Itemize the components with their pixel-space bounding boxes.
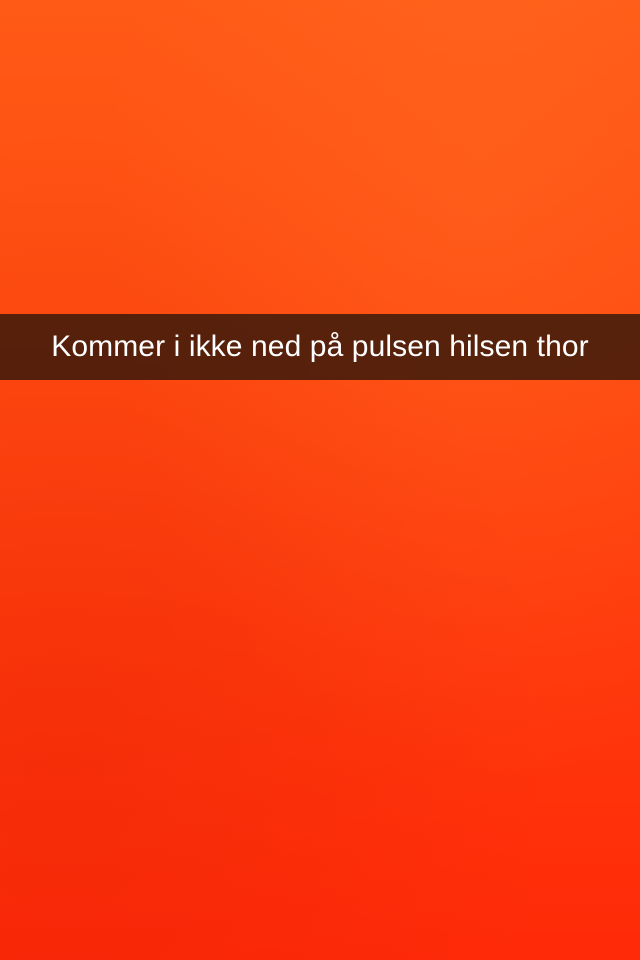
snap-photo: Kommer i ikke ned på pulsen hilsen thor — [0, 0, 640, 960]
caption-text: Kommer i ikke ned på pulsen hilsen thor — [51, 330, 589, 363]
caption-bar: Kommer i ikke ned på pulsen hilsen thor — [0, 314, 640, 380]
